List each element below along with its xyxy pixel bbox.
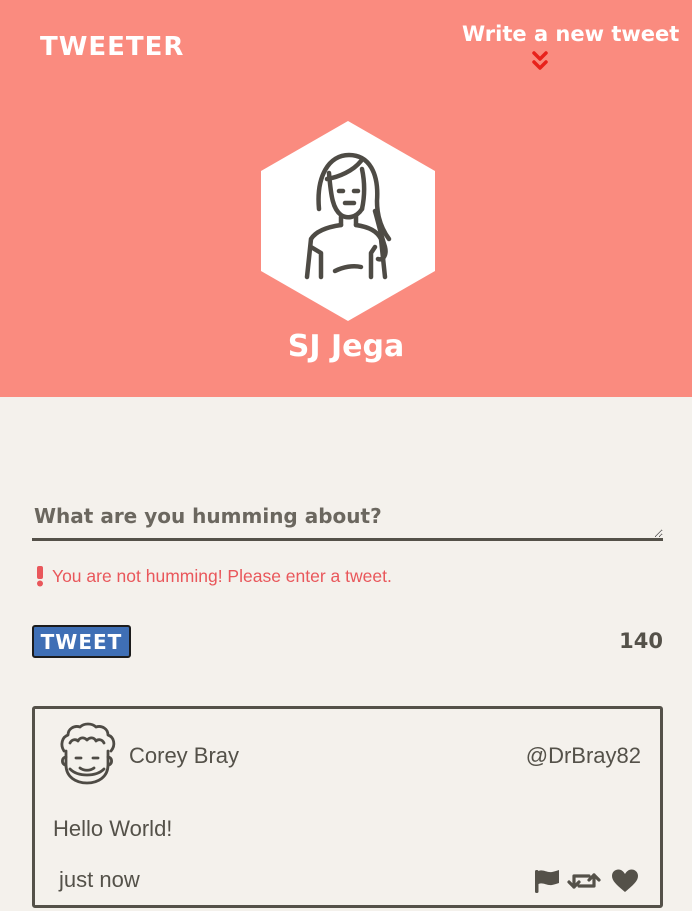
profile-avatar — [261, 121, 435, 321]
exclamation-icon — [37, 566, 43, 587]
tweet-content: Hello World! — [53, 816, 173, 841]
flag-icon[interactable] — [532, 868, 562, 894]
retweet-icon[interactable] — [567, 868, 601, 894]
tweet-textarea[interactable] — [32, 500, 663, 541]
tweet-author-handle: @DrBray82 — [525, 743, 641, 768]
write-new-tweet-toggle[interactable]: Write a new tweet — [462, 20, 679, 48]
write-new-tweet-label[interactable]: Write a new tweet — [462, 20, 679, 48]
character-counter: 140 — [619, 629, 663, 653]
tweet-card: Corey Bray @DrBray82 Hello World! just n… — [32, 706, 663, 908]
tweet-author-name: Corey Bray — [129, 743, 240, 768]
error-text: You are not humming! Please enter a twee… — [52, 566, 392, 586]
error-message: You are not humming! Please enter a twee… — [35, 564, 392, 588]
tweet-timestamp: just now — [59, 867, 140, 892]
tweet-submit-button[interactable]: TWEET — [32, 625, 131, 658]
profile-name: SJ Jega — [287, 329, 405, 364]
double-chevron-down-icon[interactable] — [530, 51, 550, 71]
heart-icon[interactable] — [610, 868, 640, 894]
tweet-author-avatar — [60, 722, 116, 785]
profile-header: TWEETER Write a new tweet SJ Jega — [0, 0, 692, 397]
brand-logo[interactable]: TWEETER — [40, 31, 184, 63]
